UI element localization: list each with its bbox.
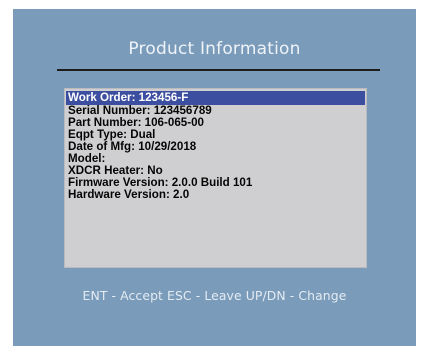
product-info-list: Work Order: 123456-F Serial Number: 1234…: [66, 91, 365, 201]
page-title: Product Information: [128, 39, 301, 59]
product-info-panel: Work Order: 123456-F Serial Number: 1234…: [64, 88, 367, 268]
title-divider: [57, 69, 380, 71]
product-info-screen: Product Information Work Order: 123456-F…: [13, 9, 416, 346]
key-hint-footer: ENT - Accept ESC - Leave UP/DN - Change: [82, 288, 347, 303]
info-item-hardware-version[interactable]: Hardware Version: 2.0: [66, 189, 365, 201]
info-item-work-order[interactable]: Work Order: 123456-F: [66, 91, 365, 105]
info-item-date-of-mfg[interactable]: Date of Mfg: 10/29/2018: [66, 141, 365, 153]
